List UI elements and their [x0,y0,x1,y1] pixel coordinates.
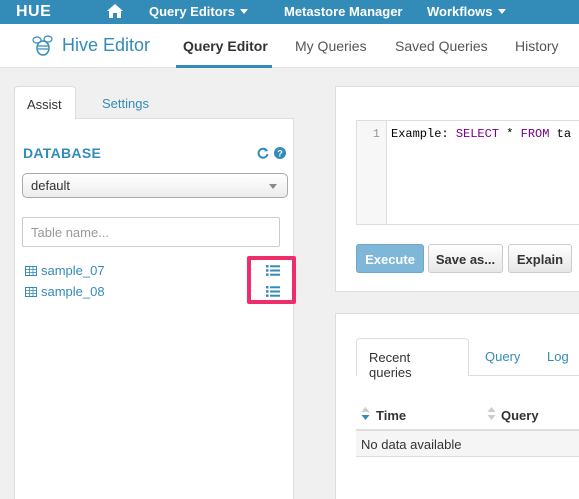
code-line: Example: SELECT * FROM ta [391,127,572,141]
tab-assist[interactable]: Assist [14,86,76,119]
hive-bee-icon [32,35,53,56]
table-item-sample-07[interactable]: sample_07 [25,263,105,281]
execute-button[interactable]: Execute [356,244,424,273]
table-name: sample_08 [41,284,105,299]
table-item-sample-08[interactable]: sample_08 [25,284,105,302]
tab-divider [469,375,579,376]
chevron-down-icon [269,184,277,189]
table-row: No data available [356,431,579,457]
tab-settings[interactable]: Settings [90,86,161,119]
help-icon[interactable]: ? [274,147,286,159]
tab-query[interactable]: Query [473,338,532,376]
tab-log[interactable]: Log [535,338,579,376]
table-name: sample_07 [41,263,105,278]
active-tab-indicator [176,65,272,68]
query-editor-panel: 1 Example: SELECT * FROM ta Execute Save… [335,86,579,292]
tab-saved-queries[interactable]: Saved Queries [395,38,488,54]
app-title[interactable]: Hive Editor [62,35,150,56]
chevron-down-icon [497,9,506,14]
chevron-down-icon [239,9,248,14]
nav-workflows[interactable]: Workflows [427,4,506,19]
table-icon [25,266,37,276]
refresh-icon[interactable] [257,147,269,159]
table-header: Time Query [356,401,579,431]
sort-icon[interactable] [487,406,496,422]
explain-button[interactable]: Explain [508,244,572,273]
assist-panel-body: DATABASE ? default sample_07 sample_08 [14,118,296,499]
app-navbar: Hive Editor Query Editor My Queries Save… [0,24,579,68]
assist-panel: DATABASE ? default sample_07 sample_08 [14,86,296,499]
top-navbar: HUE Query Editors Metastore Manager Work… [0,0,579,24]
tab-my-queries[interactable]: My Queries [295,38,367,54]
table-name-filter[interactable] [22,217,280,247]
tab-query-editor[interactable]: Query Editor [183,38,268,54]
svg-text:?: ? [277,149,283,159]
database-select-value: default [31,178,71,193]
line-gutter: 1 [357,121,387,224]
list-icon[interactable] [266,265,280,276]
hue-logo[interactable]: HUE [16,3,51,21]
save-as-button[interactable]: Save as... [428,244,503,273]
list-icon[interactable] [266,286,280,297]
nav-metastore-manager[interactable]: Metastore Manager [284,4,402,19]
code-editor[interactable]: 1 Example: SELECT * FROM ta [356,120,579,225]
database-select[interactable]: default [22,173,288,198]
database-section-title: DATABASE [23,145,102,161]
table-icon [25,287,37,297]
column-query[interactable]: Query [501,408,539,423]
tab-recent-queries[interactable]: Recent queries [356,338,469,380]
nav-query-editors[interactable]: Query Editors [149,4,248,19]
column-time[interactable]: Time [376,408,406,423]
home-icon[interactable] [106,3,124,19]
empty-message: No data available [361,437,462,452]
results-panel: Recent queries Query Log Time Query No d… [335,313,579,499]
sort-desc-icon[interactable] [361,406,370,422]
tab-history[interactable]: History [515,38,559,54]
